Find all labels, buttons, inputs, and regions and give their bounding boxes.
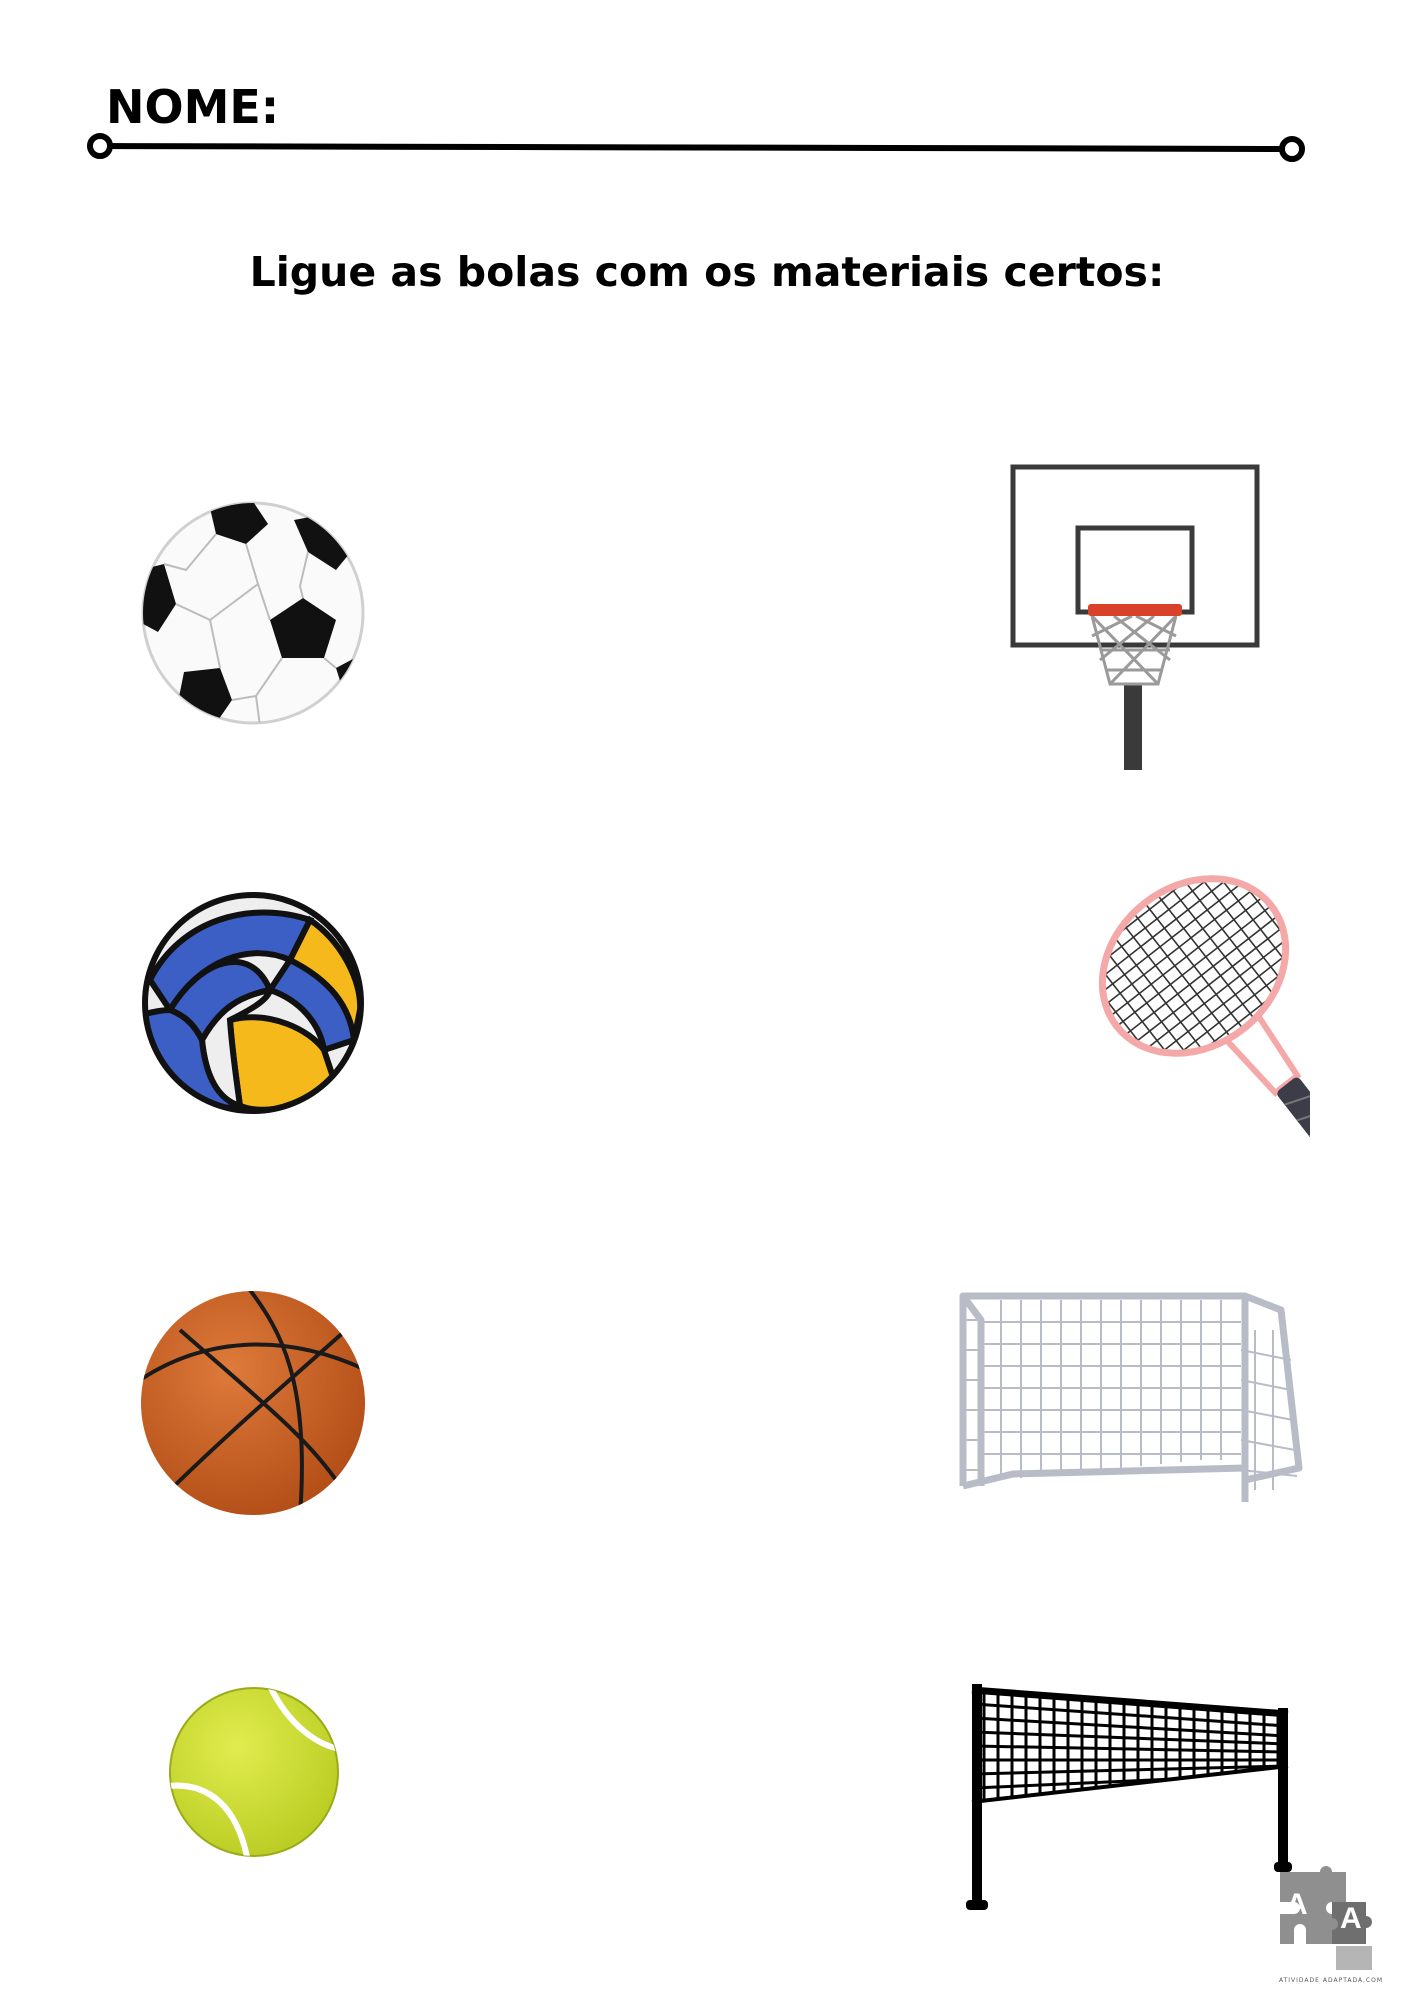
name-line[interactable] [86,130,1326,170]
basketball-hoop-icon[interactable] [1010,464,1260,770]
soccer-ball-icon[interactable] [140,500,366,726]
volleyball-icon[interactable] [140,890,366,1116]
logo-letter-a2: A [1340,1902,1362,1935]
soccer-goal-icon[interactable] [955,1290,1313,1510]
volleyball-net-icon[interactable] [960,1678,1300,1918]
instruction-text: Ligue as bolas com os materiais certos: [249,248,1165,296]
tennis-racket-icon[interactable] [950,870,1310,1160]
logo-letter-a1: A [1286,1888,1308,1921]
logo-caption: ATIVIDADE ADAPTADA.COM [1278,1977,1384,1984]
tennis-ball-icon[interactable] [168,1686,340,1858]
name-label: NOME: [106,80,280,134]
basketball-icon[interactable] [140,1290,366,1516]
